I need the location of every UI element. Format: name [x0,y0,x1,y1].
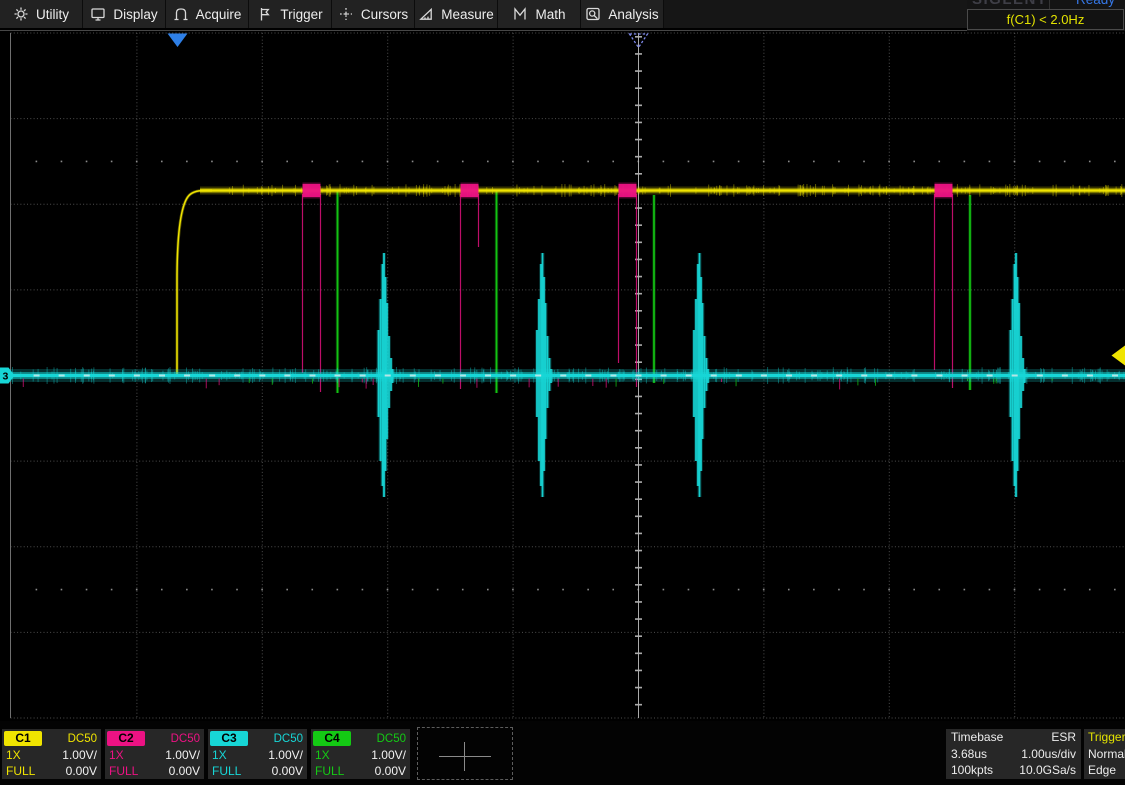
sample-rate: 10.0GSa/s [1019,763,1076,777]
memory-depth: 100kpts [951,763,993,777]
vertical-scale: 1.00V/ [165,748,200,762]
menu-label: Display [113,7,157,22]
menu-separator-line [0,30,1125,31]
channel-box-c1[interactable]: C1 DC50 1X 1.00V/ FULL 0.00V [2,729,101,779]
vertical-scale: 1.00V/ [268,748,303,762]
vertical-scale: 1.00V/ [62,748,97,762]
bandwidth-label: FULL [109,764,138,778]
menu-display[interactable]: Display [83,0,166,28]
menu-measure[interactable]: Measure [415,0,498,28]
bandwidth-label: FULL [315,764,344,778]
channel-box-c4[interactable]: C4 DC50 1X 1.00V/ FULL 0.00V [311,729,410,779]
channel-box-c3[interactable]: C3 DC50 1X 1.00V/ FULL 0.00V [208,729,307,779]
channel-box-c2[interactable]: C2 DC50 1X 1.00V/ FULL 0.00V [105,729,204,779]
menu-label: Acquire [196,7,242,22]
menu-label: Trigger [280,7,322,22]
timebase-box[interactable]: Timebase ESR 3.68us 1.00us/div 100kpts 10.0… [946,729,1081,779]
menu-bar: Utility Display Acquire Trigger Cursors … [0,0,1125,28]
channel-badge[interactable]: C3 [210,731,248,746]
trigger-frequency-readout: f(C1) < 2.0Hz [967,9,1124,30]
menu-label: Analysis [608,7,658,22]
crosshair-icon [439,756,491,757]
coupling-label: DC50 [377,733,406,745]
display-icon [90,6,106,22]
analysis-icon [585,6,601,22]
attenuation-label: 1X [212,748,227,762]
trigger-sweep-mode: Normal [1084,746,1125,763]
channel-offset-marker-label: 3 [3,371,9,383]
gear-icon [13,6,29,22]
trigger-flag-icon [257,6,273,22]
menu-math[interactable]: Math [498,0,581,28]
offset-value: 0.00V [272,764,303,778]
coupling-label: DC50 [68,733,97,745]
timebase-mode: ESR [1051,730,1076,744]
status-area: SIGLENT Ready f(C1) < 2.0Hz [967,0,1125,31]
trigger-position-marker[interactable] [168,34,188,48]
bottom-status-bar: C1 DC50 1X 1.00V/ FULL 0.00V C2 DC50 1X 1.00V… [0,721,1125,785]
bandwidth-label: FULL [212,764,241,778]
vertical-scale: 1.00V/ [371,748,406,762]
timebase-scale: 1.00us/div [1021,747,1076,761]
attenuation-label: 1X [6,748,21,762]
attenuation-label: 1X [109,748,124,762]
menu-cursors[interactable]: Cursors [332,0,415,28]
channel-badge[interactable]: C2 [107,731,145,746]
trigger-level-marker[interactable] [1112,346,1125,366]
menu-label: Cursors [361,7,408,22]
channel-badge[interactable]: C1 [4,731,42,746]
menu-label: Math [535,7,565,22]
timebase-title: Timebase [951,730,1003,744]
offset-value: 0.00V [169,764,200,778]
coupling-label: DC50 [171,733,200,745]
status-divider [1049,0,1050,9]
menu-utility[interactable]: Utility [0,0,83,28]
menu-label: Utility [36,7,69,22]
menu-analysis[interactable]: Analysis [581,0,664,28]
siglent-logo: SIGLENT [972,0,1048,8]
cursors-icon [338,6,354,22]
menu-label: Measure [441,7,494,22]
menu-trigger[interactable]: Trigger [249,0,332,28]
math-icon [512,6,528,22]
acquire-icon [173,6,189,22]
bandwidth-label: FULL [6,764,35,778]
coupling-label: DC50 [274,733,303,745]
acquisition-status: Ready [1076,0,1115,7]
waveform-preview-dropzone[interactable] [417,727,513,780]
timebase-delay: 3.68us [951,747,987,761]
trigger-box[interactable]: Trigger Normal Edge [1084,729,1125,779]
waveform-display-area[interactable]: 3 [0,31,1125,721]
oscilloscope-screen: { "menu": { "items": [ {"icon":"gear-ico… [0,0,1125,785]
measure-icon [418,6,434,22]
offset-value: 0.00V [375,764,406,778]
menu-acquire[interactable]: Acquire [166,0,249,28]
attenuation-label: 1X [315,748,330,762]
offset-value: 0.00V [66,764,97,778]
trigger-type: Edge [1084,762,1125,779]
channel-badge[interactable]: C4 [313,731,351,746]
waveform-canvas: 3 [0,31,1125,721]
trigger-title: Trigger [1084,729,1125,746]
crosshair-icon [464,742,465,771]
